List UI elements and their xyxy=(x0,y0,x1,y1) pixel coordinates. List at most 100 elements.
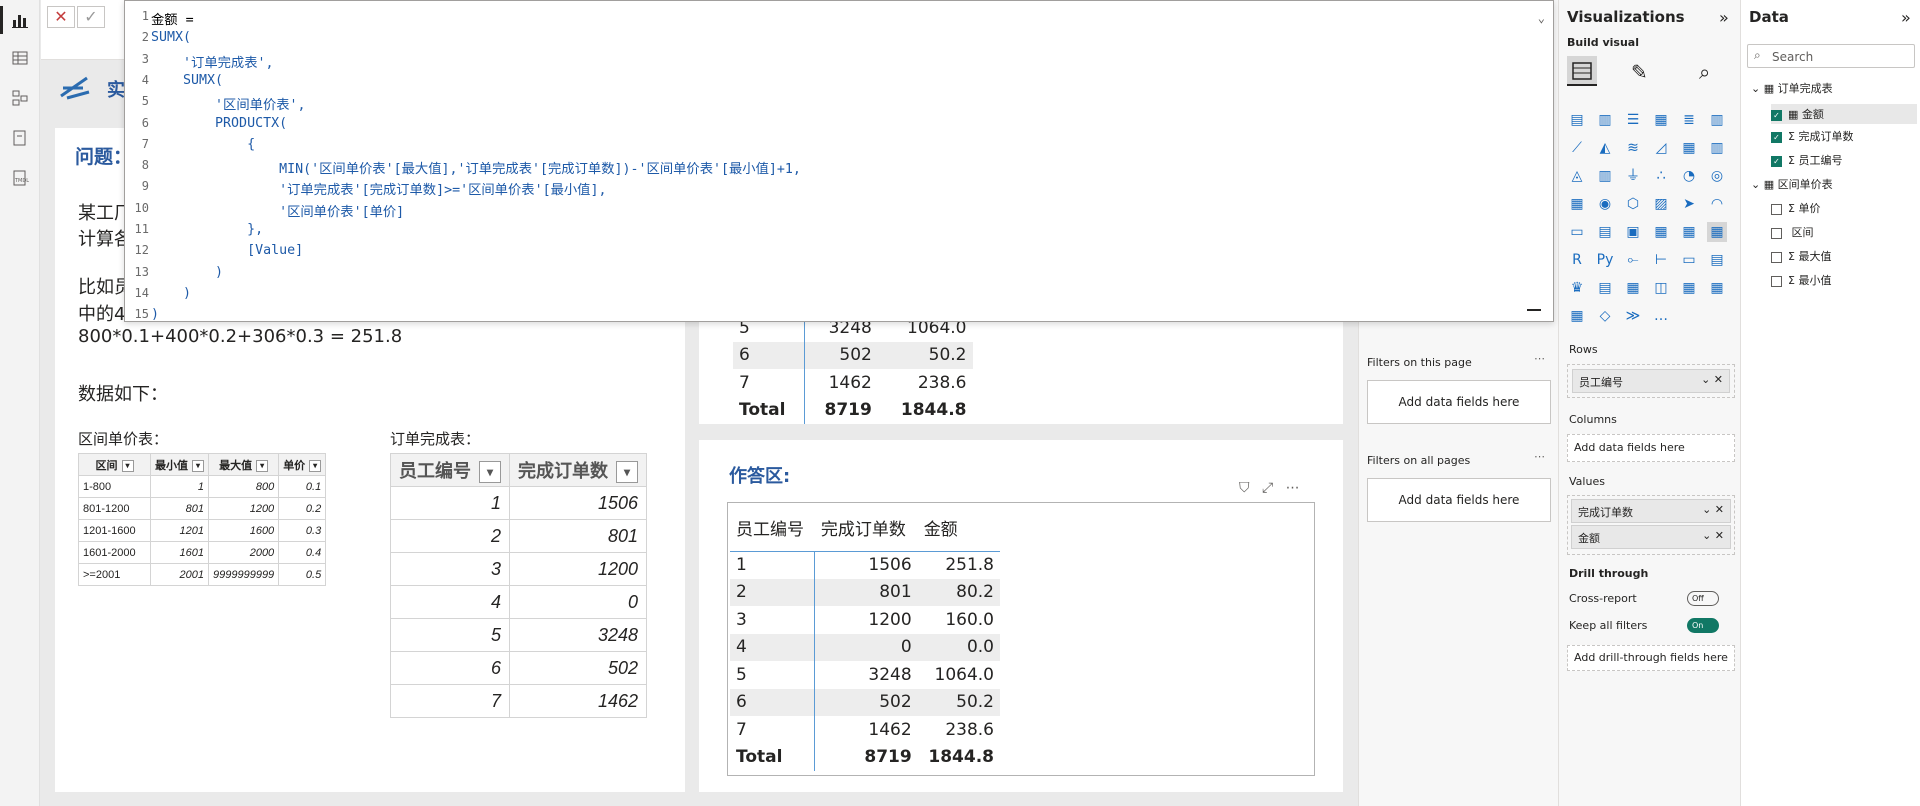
viz-type-icon[interactable]: ▦ xyxy=(1707,278,1727,298)
range-table-header[interactable]: 区间 ▾ xyxy=(78,453,151,476)
viz-type-icon[interactable]: ◠ xyxy=(1707,194,1727,214)
cancel-formula-button[interactable]: ✕ xyxy=(47,6,75,28)
viz-type-icon[interactable]: ▦ xyxy=(1623,278,1643,298)
values-well[interactable]: 完成订单数 ⌄ ✕ 金额 ⌄ ✕ xyxy=(1567,495,1735,555)
remove-field-icon[interactable]: ⌄ ✕ xyxy=(1701,373,1723,386)
collapse-data-icon[interactable]: » xyxy=(1901,8,1911,27)
viz-type-icon[interactable]: ▤ xyxy=(1567,110,1587,130)
viz-type-icon[interactable]: ◭ xyxy=(1595,138,1615,158)
viz-type-icon[interactable]: ▦ xyxy=(1651,222,1671,242)
field-item[interactable]: Σ 最小值 xyxy=(1771,272,1831,288)
drill-through-well[interactable]: Add drill-through fields here xyxy=(1567,645,1735,671)
filter-icon[interactable]: ⛉ xyxy=(1239,480,1250,496)
filter-dropdown-icon[interactable]: ▾ xyxy=(479,461,501,484)
field-checkbox[interactable] xyxy=(1771,203,1782,215)
table-view-icon[interactable] xyxy=(10,48,30,68)
viz-type-icon[interactable]: ▣ xyxy=(1623,222,1643,242)
data-search-input[interactable]: ⌕ Search xyxy=(1747,44,1915,68)
viz-type-icon[interactable]: ▤ xyxy=(1595,222,1615,242)
viz-type-icon[interactable]: … xyxy=(1651,306,1671,326)
keep-filters-toggle[interactable]: On xyxy=(1687,618,1719,633)
field-checkbox[interactable] xyxy=(1771,227,1782,239)
rows-field-pill[interactable]: 员工编号 ⌄ ✕ xyxy=(1572,369,1730,393)
viz-type-icon[interactable]: Py xyxy=(1595,250,1615,270)
viz-type-icon[interactable]: ⟜ xyxy=(1623,250,1643,270)
viz-type-icon[interactable]: ⏚ xyxy=(1623,166,1643,186)
viz-type-icon[interactable]: ▤ xyxy=(1707,250,1727,270)
viz-type-icon[interactable]: ▭ xyxy=(1567,222,1587,242)
order-table-header[interactable]: 完成订单数 ▾ xyxy=(509,453,647,487)
viz-type-icon[interactable]: ☰ xyxy=(1623,110,1643,130)
filters-page-more-icon[interactable]: ⋯ xyxy=(1534,352,1545,365)
viz-type-icon[interactable]: ◬ xyxy=(1567,166,1587,186)
format-visual-tab-icon[interactable]: ✎ xyxy=(1631,60,1648,84)
viz-type-icon[interactable]: ▦ xyxy=(1679,278,1699,298)
collapse-editor-icon[interactable] xyxy=(1527,309,1541,311)
viz-type-icon[interactable]: ≫ xyxy=(1623,306,1643,326)
viz-type-icon[interactable]: ▭ xyxy=(1679,250,1699,270)
viz-type-icon[interactable]: ▦ xyxy=(1567,306,1587,326)
matrix-header[interactable]: 完成订单数 xyxy=(815,505,918,551)
field-item[interactable]: 区间 xyxy=(1771,224,1814,240)
viz-type-icon[interactable]: ▨ xyxy=(1651,194,1671,214)
filter-dropdown-icon[interactable]: ▾ xyxy=(616,461,638,484)
more-options-icon[interactable]: ⋯ xyxy=(1286,480,1300,496)
values-field-pill-1[interactable]: 完成订单数 ⌄ ✕ xyxy=(1571,499,1731,523)
viz-type-icon[interactable]: ◇ xyxy=(1595,306,1615,326)
viz-type-icon[interactable]: ◿ xyxy=(1651,138,1671,158)
viz-type-icon[interactable]: ◫ xyxy=(1651,278,1671,298)
collapse-viz-icon[interactable]: » xyxy=(1719,8,1729,27)
filter-dropdown-icon[interactable]: ▾ xyxy=(192,459,204,472)
analytics-tab-icon[interactable]: ⌕ xyxy=(1699,60,1710,84)
viz-type-icon[interactable]: ▥ xyxy=(1707,138,1727,158)
cross-report-toggle[interactable]: Off xyxy=(1687,591,1719,606)
field-item[interactable]: ✓ ▦ 金额 xyxy=(1771,104,1917,124)
values-field-pill-2[interactable]: 金额 ⌄ ✕ xyxy=(1571,525,1731,549)
field-item[interactable]: ✓ Σ 完成订单数 xyxy=(1771,128,1853,144)
commit-formula-button[interactable]: ✓ xyxy=(77,6,105,28)
field-checkbox[interactable] xyxy=(1771,251,1782,263)
table-node-orders[interactable]: ⌄ ▦ 订单完成表 xyxy=(1751,80,1833,96)
viz-type-icon[interactable]: ⟋ xyxy=(1567,138,1587,158)
filter-dropdown-icon[interactable]: ▾ xyxy=(309,459,322,472)
viz-type-icon[interactable]: R xyxy=(1567,250,1587,270)
table-node-range[interactable]: ⌄ ▦ 区间单价表 xyxy=(1751,176,1833,192)
viz-type-icon[interactable]: ▦ xyxy=(1707,222,1727,242)
viz-type-icon[interactable]: ⊢ xyxy=(1651,250,1671,270)
viz-type-icon[interactable]: ▥ xyxy=(1595,166,1615,186)
filters-all-drop[interactable]: Add data fields here xyxy=(1367,478,1551,522)
field-checkbox[interactable]: ✓ xyxy=(1771,109,1782,121)
viz-type-icon[interactable]: ≋ xyxy=(1623,138,1643,158)
filter-dropdown-icon[interactable]: ▾ xyxy=(256,459,269,472)
viz-type-icon[interactable]: ▤ xyxy=(1595,278,1615,298)
field-checkbox[interactable] xyxy=(1771,275,1782,287)
viz-type-icon[interactable]: ♛ xyxy=(1567,278,1587,298)
matrix-header[interactable]: 金额 xyxy=(918,505,1000,551)
field-checkbox[interactable]: ✓ xyxy=(1771,155,1782,167)
field-item[interactable]: Σ 单价 xyxy=(1771,200,1820,216)
range-table-header[interactable]: 单价 ▾ xyxy=(278,453,327,476)
field-item[interactable]: Σ 最大值 xyxy=(1771,248,1831,264)
viz-type-icon[interactable]: ▥ xyxy=(1595,110,1615,130)
viz-type-icon[interactable]: ∴ xyxy=(1651,166,1671,186)
range-table-header[interactable]: 最小值 ▾ xyxy=(150,453,209,476)
viz-type-icon[interactable]: ◎ xyxy=(1707,166,1727,186)
order-table-header[interactable]: 员工编号 ▾ xyxy=(390,453,510,487)
tmdl-view-icon[interactable]: TMDL xyxy=(10,168,30,188)
filters-all-more-icon[interactable]: ⋯ xyxy=(1534,450,1545,463)
viz-type-icon[interactable]: ▥ xyxy=(1707,110,1727,130)
columns-well[interactable]: Add data fields here xyxy=(1567,434,1735,462)
dax-formula-editor[interactable]: 1 金额 = 2 SUMX(3 '订单完成表', 4 SUMX(5 '区间单价表', 6 … xyxy=(124,0,1554,322)
report-view-icon[interactable] xyxy=(0,6,30,34)
remove-field-icon[interactable]: ⌄ ✕ xyxy=(1702,529,1724,542)
viz-type-icon[interactable]: ▦ xyxy=(1679,222,1699,242)
dax-query-icon[interactable] xyxy=(10,128,30,148)
filter-dropdown-icon[interactable]: ▾ xyxy=(121,459,134,472)
remove-field-icon[interactable]: ⌄ ✕ xyxy=(1702,503,1724,516)
field-item[interactable]: ✓ Σ 员工编号 xyxy=(1771,152,1842,168)
build-visual-tab-icon[interactable] xyxy=(1567,56,1597,86)
focus-mode-icon[interactable]: ⤢ xyxy=(1262,480,1273,496)
field-checkbox[interactable]: ✓ xyxy=(1771,131,1782,143)
viz-type-icon[interactable]: ▦ xyxy=(1567,194,1587,214)
viz-type-icon[interactable]: ▦ xyxy=(1651,110,1671,130)
